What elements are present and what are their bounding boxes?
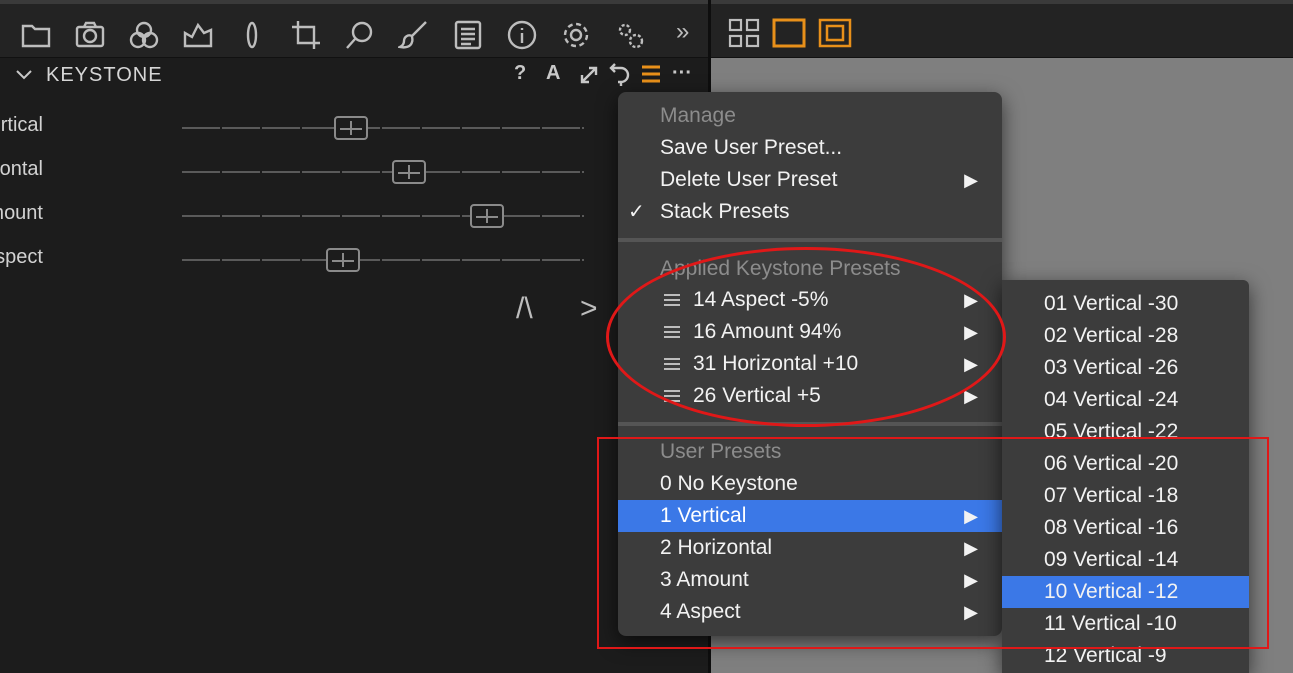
slider-track[interactable] [182,171,584,173]
slider-knob[interactable] [326,248,360,272]
slider-track[interactable] [182,127,584,129]
slider-vertical: Vertical [0,112,600,142]
viewer-toolbar [710,0,1293,58]
panel-header: KEYSTONE ? A ··· [0,58,708,92]
metadata-icon[interactable] [450,18,486,52]
chevron-down-icon[interactable] [14,65,34,85]
focus-view-icon[interactable] [818,18,852,48]
single-view-icon[interactable] [772,18,806,48]
annotation-box [597,437,1269,649]
crop-icon[interactable] [288,18,324,52]
gear-icon[interactable] [558,18,594,52]
auto-adjust-icon[interactable]: A [546,62,560,85]
info-icon[interactable] [504,18,540,52]
menu-item-stack-presets[interactable]: ✓ Stack Presets [618,196,1002,228]
menu-separator [618,238,1002,242]
gears-icon[interactable] [612,18,648,52]
slider-label: Amount [0,202,43,224]
grid-view-icon[interactable] [728,18,760,48]
slider-amount: Amount [0,200,600,230]
help-icon[interactable]: ? [514,62,526,85]
camera-icon[interactable] [72,18,108,52]
slider-track[interactable] [182,215,584,217]
folder-icon[interactable] [18,18,54,52]
expand-icon[interactable] [578,64,600,86]
checkmark-icon: ✓ [628,201,645,223]
presets-menu-icon[interactable] [640,64,662,84]
search-icon[interactable] [342,18,378,52]
slider-knob[interactable] [392,160,426,184]
brush-icon[interactable] [396,18,432,52]
submenu-item[interactable]: 03 Vertical -26 [1002,352,1249,384]
lens-icon[interactable] [234,18,270,52]
submenu-item[interactable]: 02 Vertical -28 [1002,320,1249,352]
menu-item-save-preset[interactable]: Save User Preset... [618,132,1002,164]
top-toolbar: » [0,0,708,58]
slider-label: Horizontal [0,158,43,180]
annotation-ellipse [606,247,1006,427]
color-circles-icon[interactable] [126,18,162,52]
slider-track[interactable] [182,259,584,261]
more-options-icon[interactable]: ··· [672,62,692,85]
slider-horizontal: Horizontal [0,156,600,186]
slider-knob[interactable] [334,116,368,140]
keystone-horizontal-button[interactable]: > [580,292,598,326]
keystone-vertical-button[interactable]: /\ [516,292,533,326]
submenu-item[interactable]: 01 Vertical -30 [1002,288,1249,320]
menu-item-delete-preset[interactable]: Delete User Preset ▶ [618,164,1002,196]
panel-title: KEYSTONE [46,64,163,86]
menu-item-label: Save User Preset... [660,136,843,159]
submenu-item[interactable]: 04 Vertical -24 [1002,384,1249,416]
menu-header-manage: Manage [660,104,736,127]
slider-label: Vertical [0,114,43,136]
more-tools-button[interactable]: » [676,18,689,46]
submenu-arrow-icon: ▶ [964,170,978,190]
slider-aspect: Aspect [0,244,600,274]
menu-item-label: Delete User Preset [660,168,838,191]
slider-label: Aspect [0,246,43,268]
reset-icon[interactable] [608,63,632,87]
exposure-icon[interactable] [180,18,216,52]
menu-item-label: Stack Presets [660,200,790,223]
slider-knob[interactable] [470,204,504,228]
